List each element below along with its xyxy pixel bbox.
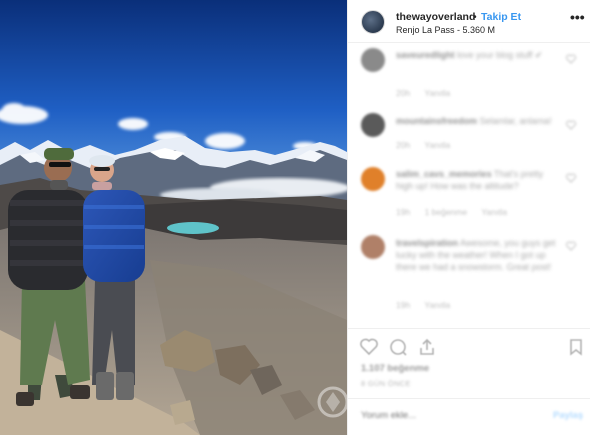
comment-reply[interactable]: Yanıtla xyxy=(481,207,507,217)
comment-time: 20h xyxy=(396,140,411,150)
share-icon[interactable] xyxy=(417,337,437,357)
comment-username[interactable]: salim_cavs_memories xyxy=(396,169,492,179)
comment-text: mountainsfreedom Selamlar, anlama! xyxy=(396,115,556,127)
bookmark-icon[interactable] xyxy=(566,337,586,357)
post-photo[interactable] xyxy=(0,0,347,435)
comment-input[interactable] xyxy=(361,410,531,421)
follow-button[interactable]: Takip Et xyxy=(481,11,521,23)
comment-username[interactable]: travelspiration xyxy=(396,238,458,248)
comment-meta: 19h 1 beğenme Yanıtla xyxy=(396,207,519,217)
mountain-scene-image xyxy=(0,0,347,435)
avatar[interactable] xyxy=(361,10,385,34)
location-link[interactable]: Renjo La Pass - 5.360 M xyxy=(396,25,495,35)
comment-like-icon[interactable] xyxy=(566,241,576,251)
add-comment-bar: Paylaş xyxy=(348,398,590,435)
comment-avatar[interactable] xyxy=(361,235,385,259)
post-comment-button[interactable]: Paylaş xyxy=(553,410,583,421)
action-bar xyxy=(348,328,590,362)
comment-reply[interactable]: Yanıtla xyxy=(424,300,450,310)
comment-time: 19h xyxy=(396,207,411,217)
comment-avatar[interactable] xyxy=(361,48,385,72)
likes-count[interactable]: 1.107 beğenme xyxy=(361,363,429,374)
comment-text: travelspiration Awesome, you guys get lu… xyxy=(396,237,556,273)
post-side-panel: thewayoverland • Takip Et Renjo La Pass … xyxy=(347,0,590,435)
comment-like-icon[interactable] xyxy=(566,120,576,130)
more-options-icon[interactable]: ••• xyxy=(570,10,585,24)
post-header: thewayoverland • Takip Et Renjo La Pass … xyxy=(348,0,590,43)
comment-body: Selamlar, anlama! xyxy=(479,116,552,126)
comment-avatar[interactable] xyxy=(361,113,385,137)
comment-username[interactable]: saveuredlight xyxy=(396,50,455,60)
post-date: 8 GÜN ÖNCE xyxy=(361,379,411,388)
comment-time: 20h xyxy=(396,88,411,98)
comment-likes[interactable]: 1 beğenme xyxy=(425,207,468,217)
comment-username[interactable]: mountainsfreedom xyxy=(396,116,477,126)
watermark-logo xyxy=(313,372,347,432)
heart-icon[interactable] xyxy=(359,337,379,357)
comment-meta: 20h Yanıtla xyxy=(396,140,462,150)
username-link[interactable]: thewayoverland xyxy=(396,11,475,23)
comment-time: 19h xyxy=(396,300,411,310)
separator-dot: • xyxy=(473,11,477,23)
comment-text: salim_cavs_memories That's pretty high u… xyxy=(396,168,556,192)
comment-like-icon[interactable] xyxy=(566,54,576,64)
comment-like-icon[interactable] xyxy=(566,173,576,183)
comment-text: saveuredlight love your blog stuff ✔ xyxy=(396,49,556,61)
comment-avatar[interactable] xyxy=(361,167,385,191)
comment-reply[interactable]: Yanıtla xyxy=(424,140,450,150)
comment-body: love your blog stuff ✔ xyxy=(457,50,543,60)
comment-icon[interactable] xyxy=(388,337,408,357)
comment-reply[interactable]: Yanıtla xyxy=(424,88,450,98)
comment-meta: 20h Yanıtla xyxy=(396,88,462,98)
comments-list: saveuredlight love your blog stuff ✔ 20h… xyxy=(348,43,590,323)
comment-meta: 19h Yanıtla xyxy=(396,300,462,310)
